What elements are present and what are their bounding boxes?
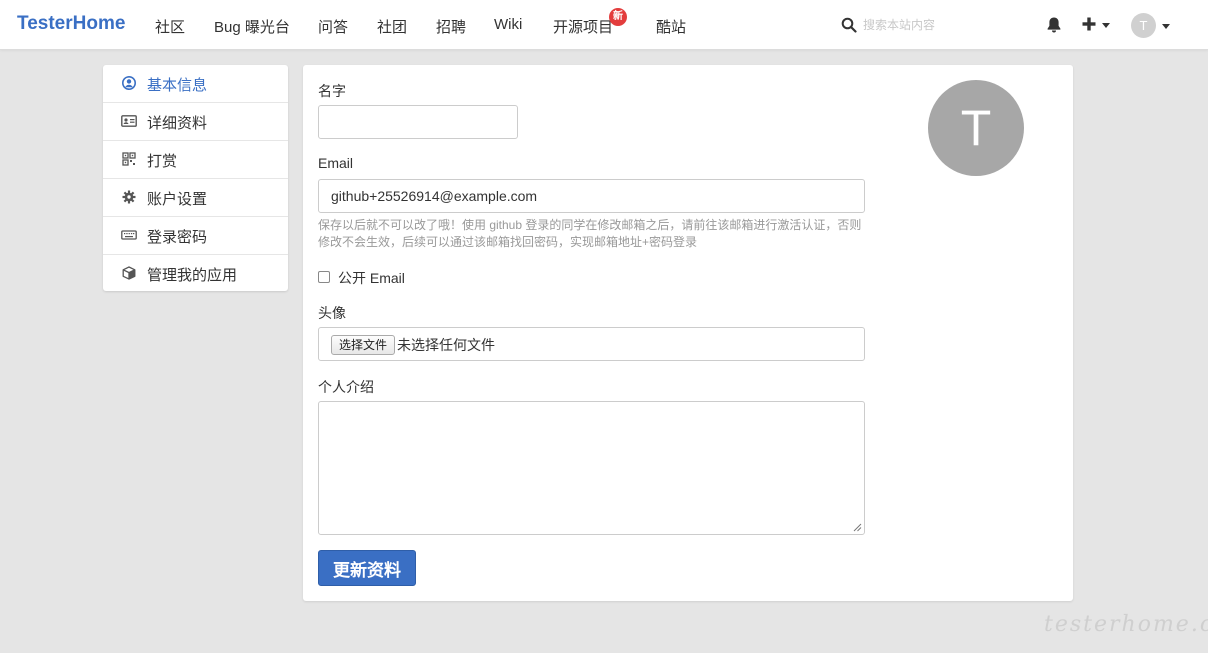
create-menu[interactable]	[1082, 14, 1112, 36]
name-label: 名字	[318, 83, 346, 99]
profile-avatar: T	[928, 80, 1024, 176]
sidebar-item-details[interactable]: 详细资料	[103, 103, 288, 141]
nav-item-opensource[interactable]: 开源项目	[553, 16, 613, 37]
avatar: T	[1131, 13, 1156, 38]
sidebar-item-basic-info[interactable]: 基本信息	[103, 65, 288, 103]
chevron-down-icon	[1102, 23, 1110, 28]
nav-item-bug[interactable]: Bug 曝光台	[214, 16, 290, 37]
sidebar-item-reward[interactable]: 打赏	[103, 141, 288, 179]
sidebar-item-label: 详细资料	[147, 115, 208, 132]
name-field[interactable]	[318, 105, 518, 139]
sidebar-item-label: 账户设置	[147, 191, 208, 208]
qrcode-icon	[122, 152, 136, 166]
nav-item-groups[interactable]: 社团	[377, 16, 407, 37]
sidebar-item-label: 管理我的应用	[147, 267, 238, 284]
file-status: 未选择任何文件	[397, 337, 495, 353]
brand-logo[interactable]: TesterHome	[17, 13, 125, 35]
cube-icon	[122, 266, 136, 280]
gear-icon	[122, 190, 136, 204]
resize-handle-icon[interactable]	[852, 522, 862, 532]
sidebar-item-label: 打赏	[147, 153, 178, 170]
sidebar-item-label: 登录密码	[147, 229, 208, 246]
profile-form-panel: 名字 Email 保存以后就不可以改了哦！使用 github 登录的同学在修改邮…	[303, 65, 1073, 601]
sidebar-item-password[interactable]: 登录密码	[103, 217, 288, 255]
email-field[interactable]	[318, 179, 865, 213]
choose-file-button[interactable]: 选择文件	[331, 335, 396, 355]
email-hint: 保存以后就不可以改了哦！使用 github 登录的同学在修改邮箱之后，请前往该邮…	[318, 218, 862, 249]
user-menu[interactable]: T	[1131, 13, 1173, 39]
nav-item-qa[interactable]: 问答	[318, 16, 348, 37]
public-email-label[interactable]: 公开 Email	[338, 268, 405, 288]
bio-textarea[interactable]	[318, 401, 865, 535]
search-input[interactable]	[863, 14, 1013, 36]
public-email-checkbox[interactable]	[318, 271, 330, 283]
email-label: Email	[318, 155, 354, 171]
sidebar-item-account-settings[interactable]: 账户设置	[103, 179, 288, 217]
search-icon[interactable]	[841, 17, 857, 33]
avatar-label: 头像	[318, 305, 346, 321]
nav-item-community[interactable]: 社区	[155, 16, 185, 37]
settings-sidebar: 基本信息 详细资料 打赏 账户设置 登录密码 管理我的应用	[103, 65, 288, 291]
top-navbar: TesterHome 社区 Bug 曝光台 问答 社团 招聘 Wiki 开源项目…	[0, 0, 1208, 50]
id-card-icon	[121, 115, 137, 127]
plus-icon	[1082, 17, 1096, 31]
chevron-down-icon	[1162, 24, 1170, 29]
keyboard-icon	[121, 230, 137, 240]
update-profile-button[interactable]: 更新资料	[318, 550, 416, 586]
nav-item-wiki[interactable]: Wiki	[494, 16, 522, 33]
avatar-file-input[interactable]: 选择文件 未选择任何文件	[318, 327, 865, 361]
user-circle-icon	[122, 76, 136, 90]
nav-item-sites[interactable]: 酷站	[656, 16, 686, 37]
sidebar-item-apps[interactable]: 管理我的应用	[103, 255, 288, 293]
search-box	[841, 14, 1021, 36]
watermark: testerhome.com	[1044, 612, 1208, 637]
bio-label: 个人介绍	[318, 379, 374, 395]
nav-item-jobs[interactable]: 招聘	[436, 16, 466, 37]
bell-icon[interactable]	[1046, 16, 1062, 34]
sidebar-item-label: 基本信息	[147, 77, 208, 94]
new-badge: 新	[609, 8, 627, 26]
